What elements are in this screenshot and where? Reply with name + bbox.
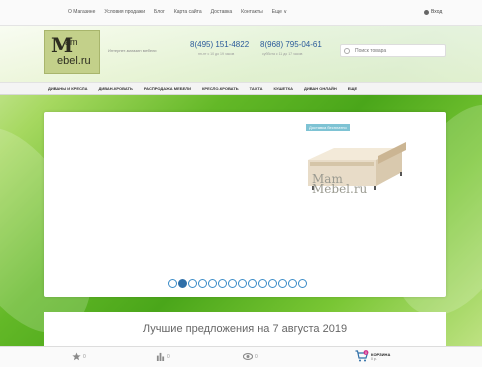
bottom-toolbar: 0 0 0 0 КОРЗИНА 0 р. xyxy=(0,346,482,367)
eye-icon xyxy=(243,353,253,360)
site-header: M am ebel.ru Интернет-магазин мебели 8(4… xyxy=(0,26,482,82)
category-link[interactable]: РАСПРОДАЖА МЕБЕЛИ xyxy=(144,86,191,91)
compare-button[interactable]: 0 xyxy=(156,352,170,361)
top-nav-links: О Магазине Условия продажи Блог Карта сайта… xyxy=(68,9,287,15)
phone-secondary[interactable]: 8(968) 795-04-61 xyxy=(260,40,322,49)
top-nav: О Магазине Условия продажи Блог Карта сайта… xyxy=(0,0,482,26)
cart-count: 0 xyxy=(365,351,367,355)
offers-heading-box: Лучшие предложения на 7 августа 2019 xyxy=(44,312,446,346)
top-nav-link[interactable]: Блог xyxy=(154,9,165,15)
slider-dot[interactable] xyxy=(228,279,237,288)
category-nav: ДИВАНЫ И КРЕСЛА ДИВАН-КРОВАТЬ РАСПРОДАЖА М… xyxy=(0,82,482,95)
watermark-line2: Mebel.ru xyxy=(312,182,368,196)
category-link[interactable]: ЕЩЕ xyxy=(348,86,357,91)
search-icon xyxy=(344,48,350,54)
logo-line2: ebel.ru xyxy=(57,55,91,67)
slider-dot[interactable] xyxy=(238,279,247,288)
compare-count: 0 xyxy=(167,353,170,360)
watermark-logo: Mam Mebel.ru xyxy=(312,172,367,196)
hero-slider: Доставка бесплатно Mam Mebel.ru xyxy=(44,112,446,297)
favorites-count: 0 xyxy=(83,353,86,360)
category-link[interactable]: КРЕСЛО-КРОВАТЬ xyxy=(202,86,239,91)
top-nav-link[interactable]: Доставка xyxy=(211,9,232,15)
cart-price: 0 р. xyxy=(371,356,377,361)
top-nav-link[interactable]: О Магазине xyxy=(68,9,95,15)
category-link[interactable]: ДИВАН ОНЛАЙН xyxy=(304,86,337,91)
phone-primary[interactable]: 8(495) 151-4822 xyxy=(190,40,249,49)
offers-heading: Лучшие предложения на 7 августа 2019 xyxy=(142,323,348,335)
compare-icon xyxy=(156,352,165,361)
search-box[interactable] xyxy=(340,44,446,57)
phone-secondary-hours: суббота с 11 до 17 часов xyxy=(262,52,303,56)
slider-dot[interactable] xyxy=(218,279,227,288)
slider-dot[interactable] xyxy=(168,279,177,288)
top-nav-link[interactable]: Контакты xyxy=(241,9,263,15)
phone-primary-hours: пн-пт с 10 до 19 часов xyxy=(198,52,235,56)
category-link[interactable]: КУШЕТКА xyxy=(274,86,294,91)
slider-dot[interactable] xyxy=(178,279,187,288)
top-nav-link[interactable]: Условия продажи xyxy=(104,9,145,15)
search-input[interactable] xyxy=(355,46,443,56)
category-link[interactable]: ДИВАНЫ И КРЕСЛА xyxy=(48,86,87,91)
cart-button[interactable]: 0 КОРЗИНА 0 р. xyxy=(355,350,390,362)
star-icon xyxy=(72,352,81,361)
slider-pagination xyxy=(168,279,328,288)
slider-dot[interactable] xyxy=(278,279,287,288)
delivery-badge: Доставка бесплатно xyxy=(306,124,350,131)
favorites-button[interactable]: 0 xyxy=(72,352,86,361)
slider-dot[interactable] xyxy=(258,279,267,288)
cart-icon: 0 xyxy=(355,350,369,362)
slider-dot[interactable] xyxy=(188,279,197,288)
login-label: Вход xyxy=(431,9,443,15)
slider-dot[interactable] xyxy=(298,279,307,288)
site-logo[interactable]: M am ebel.ru xyxy=(44,30,100,74)
slider-dot[interactable] xyxy=(208,279,217,288)
slider-dot[interactable] xyxy=(198,279,207,288)
logo-line1: am xyxy=(65,37,78,47)
slider-dot[interactable] xyxy=(288,279,297,288)
top-nav-link[interactable]: Еще ∨ xyxy=(272,9,287,15)
category-link[interactable]: ДИВАН-КРОВАТЬ xyxy=(98,86,132,91)
site-tagline: Интернет-магазин мебели xyxy=(108,48,157,53)
login-link[interactable]: Вход xyxy=(424,9,442,15)
slider-dot[interactable] xyxy=(268,279,277,288)
viewed-button[interactable]: 0 xyxy=(243,352,258,361)
viewed-count: 0 xyxy=(255,353,258,360)
category-link[interactable]: ТАХТА xyxy=(250,86,263,91)
slider-dot[interactable] xyxy=(248,279,257,288)
user-icon xyxy=(424,9,429,15)
top-nav-link[interactable]: Карта сайта xyxy=(174,9,202,15)
